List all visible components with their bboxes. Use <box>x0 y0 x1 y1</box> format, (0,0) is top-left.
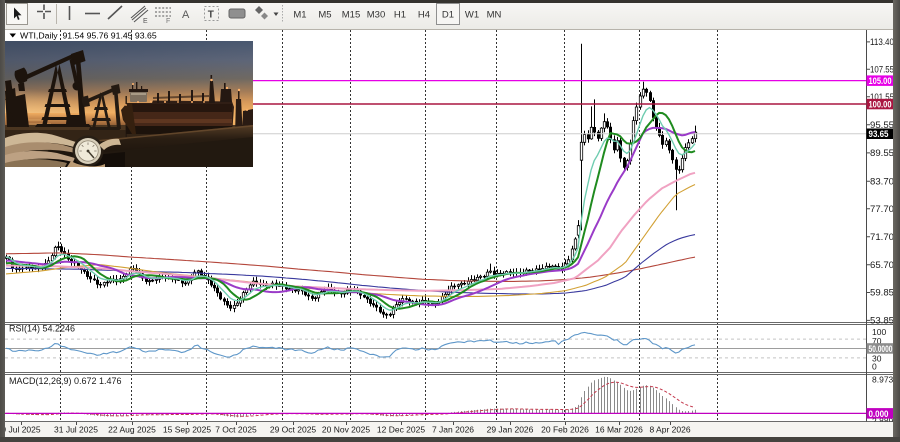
svg-text:8 Apr 2026: 8 Apr 2026 <box>649 425 690 435</box>
svg-text:22 Aug 2025: 22 Aug 2025 <box>108 425 156 435</box>
svg-text:15 Sep 2025: 15 Sep 2025 <box>163 425 211 435</box>
svg-text:29 Jan 2026: 29 Jan 2026 <box>487 425 534 435</box>
svg-text:65.70: 65.70 <box>870 260 894 270</box>
svg-text:50.0000: 50.0000 <box>869 344 893 354</box>
svg-text:MACD(12,26,9) 0.672 1.476: MACD(12,26,9) 0.672 1.476 <box>9 376 122 386</box>
svg-text:113.40: 113.40 <box>870 37 894 47</box>
svg-text:107.55: 107.55 <box>870 65 894 75</box>
svg-text:29 Oct 2025: 29 Oct 2025 <box>270 425 317 435</box>
svg-text:0: 0 <box>872 362 877 372</box>
svg-text:89.55: 89.55 <box>870 148 894 158</box>
svg-text:53.85: 53.85 <box>870 316 894 326</box>
svg-text:105.00: 105.00 <box>869 76 892 86</box>
svg-text:0.000: 0.000 <box>869 409 889 419</box>
svg-text:7 Oct 2025: 7 Oct 2025 <box>215 425 257 435</box>
svg-text:9 Jul 2025: 9 Jul 2025 <box>1 425 40 435</box>
svg-text:59.85: 59.85 <box>870 288 894 298</box>
svg-text:WTI,Daily 91.54 95.76 91.45 9: WTI,Daily 91.54 95.76 91.45 93.65 <box>20 30 157 40</box>
svg-text:100.00: 100.00 <box>869 99 892 109</box>
svg-text:20 Feb 2026: 20 Feb 2026 <box>541 425 589 435</box>
svg-text:71.70: 71.70 <box>870 232 894 242</box>
svg-text:83.70: 83.70 <box>870 176 894 186</box>
svg-text:8.973: 8.973 <box>872 375 894 385</box>
svg-text:20 Nov 2025: 20 Nov 2025 <box>322 425 370 435</box>
svg-text:16 Mar 2026: 16 Mar 2026 <box>595 425 643 435</box>
svg-text:77.70: 77.70 <box>870 204 894 214</box>
svg-text:7 Jan 2026: 7 Jan 2026 <box>432 425 474 435</box>
svg-text:31 Jul 2025: 31 Jul 2025 <box>54 425 98 435</box>
svg-text:RSI(14) 54.2246: RSI(14) 54.2246 <box>9 324 75 334</box>
svg-text:12 Dec 2025: 12 Dec 2025 <box>377 425 425 435</box>
svg-text:93.65: 93.65 <box>869 129 889 139</box>
